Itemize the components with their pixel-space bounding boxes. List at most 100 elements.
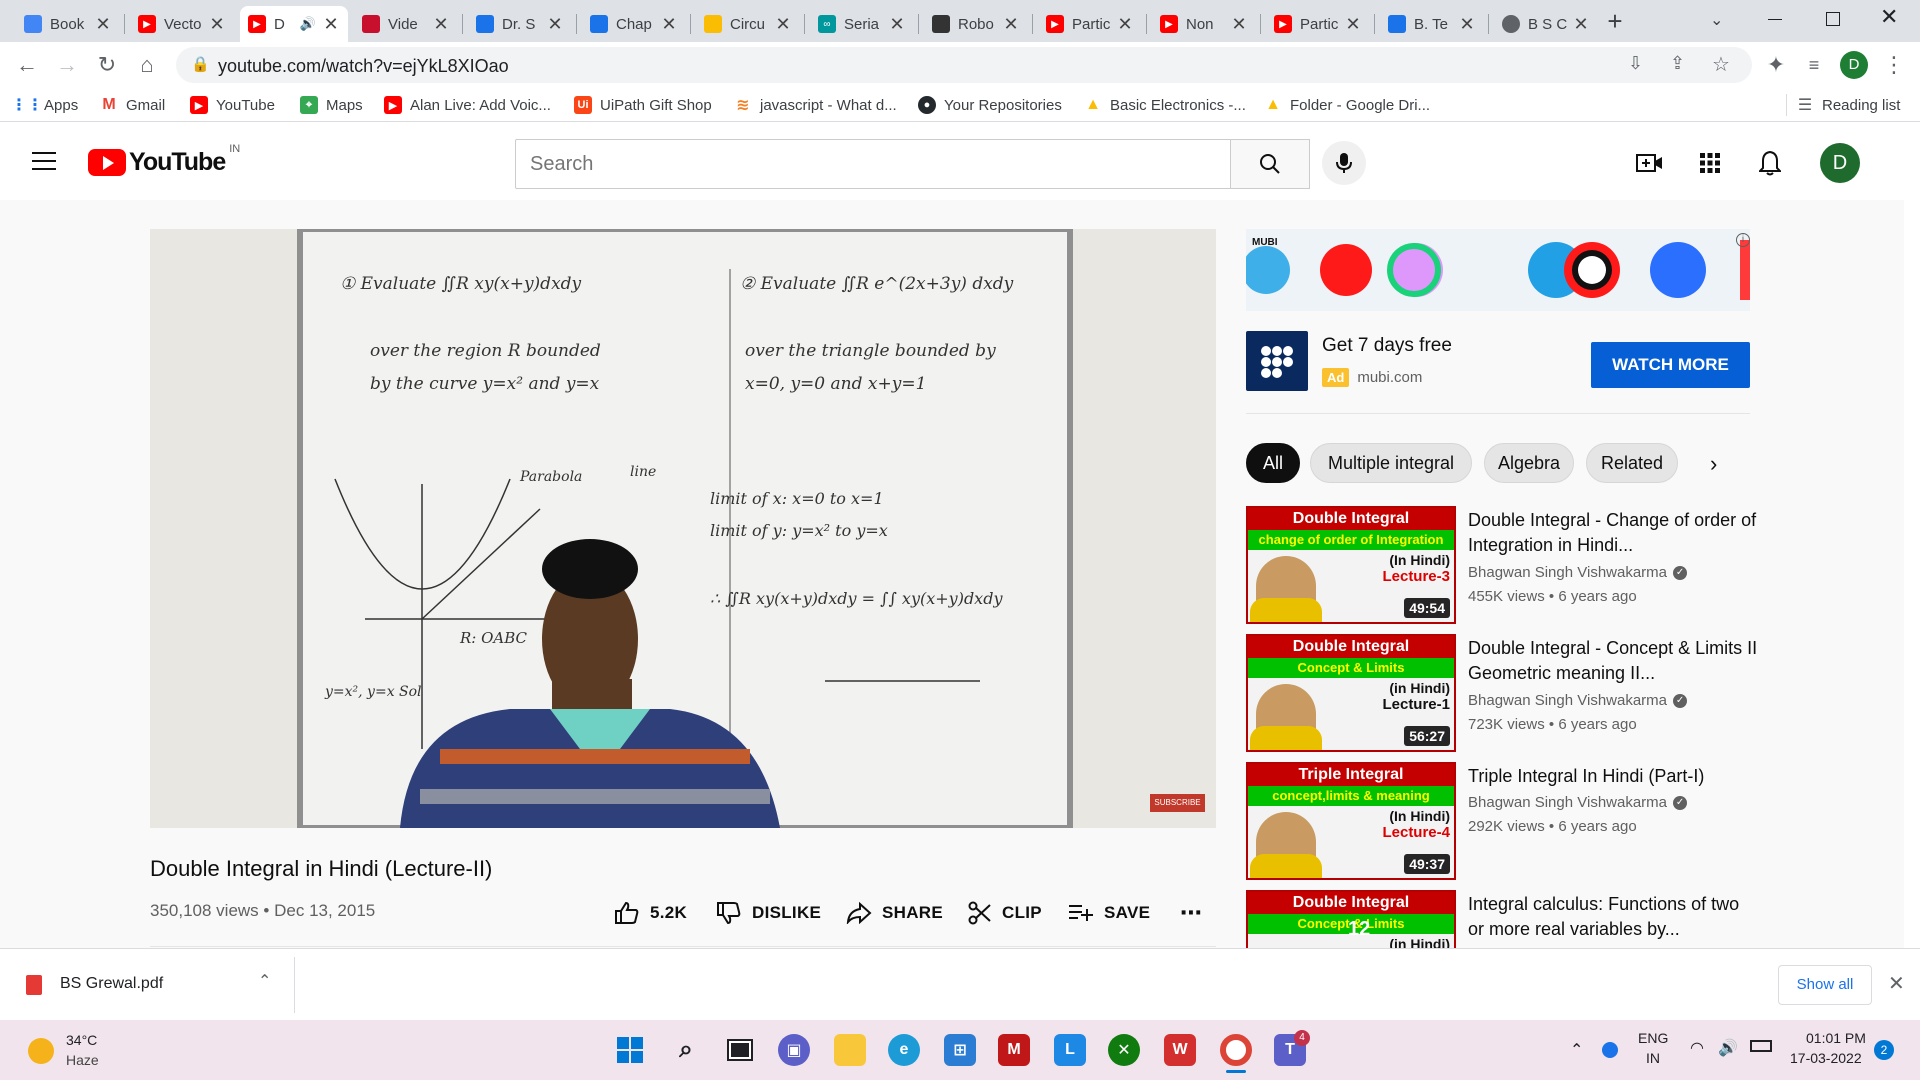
download-filename[interactable]: BS Grewal.pdf — [60, 975, 163, 993]
tab-b-tech[interactable]: B. Te ✕ — [1380, 6, 1484, 42]
channel-name[interactable]: Bhagwan Singh Vishwakarma ✓ — [1468, 794, 1688, 811]
bookmark-stackoverflow[interactable]: ≋ javascript - What d... — [734, 94, 896, 116]
channel-name[interactable]: Bhagwan Singh Vishwakarma ✓ — [1468, 692, 1688, 709]
recommendation-item[interactable]: Double Integral Concept & Limits (in Hin… — [1246, 890, 1766, 948]
microsoft-store-icon[interactable]: ⊞ — [944, 1034, 976, 1066]
tab-chapter[interactable]: Chap ✕ — [582, 6, 686, 42]
l-app-icon[interactable]: L — [1054, 1034, 1086, 1066]
tab-serial[interactable]: ∞ Seria ✕ — [810, 6, 914, 42]
subscribe-watermark[interactable]: SUBSCRIBE — [1150, 794, 1205, 812]
close-tab-icon[interactable]: ✕ — [546, 14, 564, 35]
forward-arrow-icon[interactable]: → — [53, 51, 81, 79]
tab-circuit[interactable]: Circu ✕ — [696, 6, 800, 42]
home-icon[interactable]: ⌂ — [133, 51, 161, 79]
language-code[interactable]: ENG — [1638, 1030, 1668, 1046]
chip-all[interactable]: All — [1246, 443, 1300, 483]
language-region[interactable]: IN — [1646, 1050, 1660, 1066]
tab-non[interactable]: ▶ Non ✕ — [1152, 6, 1256, 42]
minimize-window-button[interactable] — [1768, 8, 1788, 28]
share-page-icon[interactable]: ⇪ — [1670, 53, 1685, 74]
close-tab-icon[interactable]: ✕ — [1002, 14, 1020, 35]
close-window-button[interactable]: ✕ — [1880, 4, 1898, 30]
task-view-icon[interactable] — [724, 1034, 756, 1066]
profile-avatar[interactable]: D — [1840, 51, 1868, 79]
status-tray-icon[interactable] — [1602, 1042, 1618, 1058]
bookmark-google-drive-folder[interactable]: ▲ Folder - Google Dri... — [1264, 94, 1430, 116]
weather-sun-icon[interactable] — [28, 1038, 54, 1064]
video-thumbnail[interactable]: Double Integral change of order of Integ… — [1246, 506, 1456, 624]
close-tab-icon[interactable]: ✕ — [888, 14, 906, 35]
create-video-button[interactable] — [1628, 141, 1672, 185]
volume-icon[interactable]: 🔊 — [1718, 1038, 1738, 1058]
chips-next-icon[interactable]: › — [1710, 451, 1717, 477]
recommendation-title[interactable]: Double Integral - Concept & Limits II Ge… — [1468, 636, 1758, 686]
bookmark-alan[interactable]: ▶ Alan Live: Add Voic... — [384, 94, 551, 116]
wifi-icon[interactable]: ◠ — [1690, 1038, 1704, 1058]
file-explorer-icon[interactable] — [834, 1034, 866, 1066]
ad-logo[interactable] — [1246, 331, 1308, 391]
more-actions-icon[interactable]: ⋯ — [1180, 898, 1202, 928]
recommendation-title[interactable]: Integral calculus: Functions of two or m… — [1468, 892, 1758, 942]
like-button[interactable]: 5.2K — [614, 898, 687, 928]
close-tab-icon[interactable]: ✕ — [208, 14, 226, 35]
extensions-puzzle-icon[interactable]: ✦ — [1762, 51, 1790, 79]
windows-start-icon[interactable] — [614, 1034, 646, 1066]
tab-videos[interactable]: Vide ✕ — [354, 6, 458, 42]
hamburger-menu-icon[interactable] — [32, 150, 56, 170]
close-tab-icon[interactable]: ✕ — [1116, 14, 1134, 35]
mcafee-icon[interactable]: M — [998, 1034, 1030, 1066]
chip-related[interactable]: Related — [1586, 443, 1678, 483]
watch-more-button[interactable]: WATCH MORE — [1591, 342, 1750, 388]
lock-icon[interactable]: 🔒 — [191, 55, 210, 73]
search-input[interactable] — [515, 139, 1231, 189]
close-tab-icon[interactable]: ✕ — [1458, 14, 1476, 35]
tab-bsc[interactable]: B S C ✕ — [1494, 6, 1598, 42]
ad-banner[interactable]: MUBI i — [1246, 229, 1750, 311]
bookmark-gmail[interactable]: M Gmail — [100, 94, 165, 116]
bookmark-uipath[interactable]: Ui UiPath Gift Shop — [574, 94, 712, 116]
close-tab-icon[interactable]: ✕ — [1572, 14, 1590, 35]
tab-robo[interactable]: Robo ✕ — [924, 6, 1028, 42]
close-tab-icon[interactable]: ✕ — [432, 14, 450, 35]
more-menu-icon[interactable]: ⋮ — [1880, 51, 1908, 79]
recommendation-title[interactable]: Triple Integral In Hindi (Part-I) — [1468, 764, 1758, 789]
save-button[interactable]: SAVE — [1068, 898, 1150, 928]
clock-date[interactable]: 17-03-2022 — [1790, 1050, 1862, 1066]
clip-button[interactable]: CLIP — [968, 898, 1042, 928]
share-button[interactable]: SHARE — [846, 898, 943, 928]
voice-search-button[interactable] — [1322, 141, 1366, 185]
account-avatar[interactable]: D — [1820, 143, 1860, 183]
xbox-icon[interactable]: ✕ — [1108, 1034, 1140, 1066]
tab-search-icon[interactable]: ⌄ — [1710, 10, 1723, 30]
ad-info-icon[interactable]: i — [1736, 233, 1750, 247]
close-tab-icon[interactable]: ✕ — [774, 14, 792, 35]
close-tab-icon[interactable]: ✕ — [1344, 14, 1362, 35]
show-hidden-icons-icon[interactable]: ⌃ — [1570, 1040, 1583, 1060]
clock-time[interactable]: 01:01 PM — [1806, 1030, 1866, 1046]
bookmark-maps[interactable]: ⌖ Maps — [300, 94, 363, 116]
reading-list-button[interactable]: ☰ Reading list — [1796, 94, 1901, 116]
recommendation-item[interactable]: Double Integral Concept & Limits (in Hin… — [1246, 634, 1766, 752]
bookmark-basic-electronics[interactable]: ▲ Basic Electronics -... — [1084, 94, 1246, 116]
media-control-icon[interactable]: ≡ — [1800, 51, 1828, 79]
recommendation-item[interactable]: Triple Integral concept,limits & meaning… — [1246, 762, 1766, 880]
wps-office-icon[interactable]: W — [1164, 1034, 1196, 1066]
chrome-icon[interactable] — [1220, 1034, 1252, 1066]
video-thumbnail[interactable]: Triple Integral concept,limits & meaning… — [1246, 762, 1456, 880]
channel-name[interactable]: Bhagwan Singh Vishwakarma ✓ — [1468, 564, 1688, 581]
edge-browser-icon[interactable]: e — [888, 1034, 920, 1066]
close-shelf-icon[interactable]: ✕ — [1888, 971, 1905, 996]
recommendation-item[interactable]: Double Integral change of order of Integ… — [1246, 506, 1766, 624]
chip-algebra[interactable]: Algebra — [1484, 443, 1574, 483]
chevron-up-icon[interactable]: ⌃ — [258, 971, 271, 991]
tab-partial-1[interactable]: ▶ Partic ✕ — [1038, 6, 1142, 42]
notifications-button[interactable] — [1748, 141, 1792, 185]
search-taskbar-icon[interactable]: ⌕ — [670, 1034, 702, 1066]
new-tab-button[interactable]: + — [1600, 6, 1630, 36]
battery-icon[interactable] — [1750, 1040, 1772, 1052]
recommendation-title[interactable]: Double Integral - Change of order of Int… — [1468, 508, 1758, 558]
weather-desc[interactable]: Haze — [66, 1052, 99, 1068]
bookmark-youtube[interactable]: ▶ YouTube — [190, 94, 275, 116]
weather-temp[interactable]: 34°C — [66, 1032, 97, 1048]
bookmark-github[interactable]: ● Your Repositories — [918, 94, 1062, 116]
